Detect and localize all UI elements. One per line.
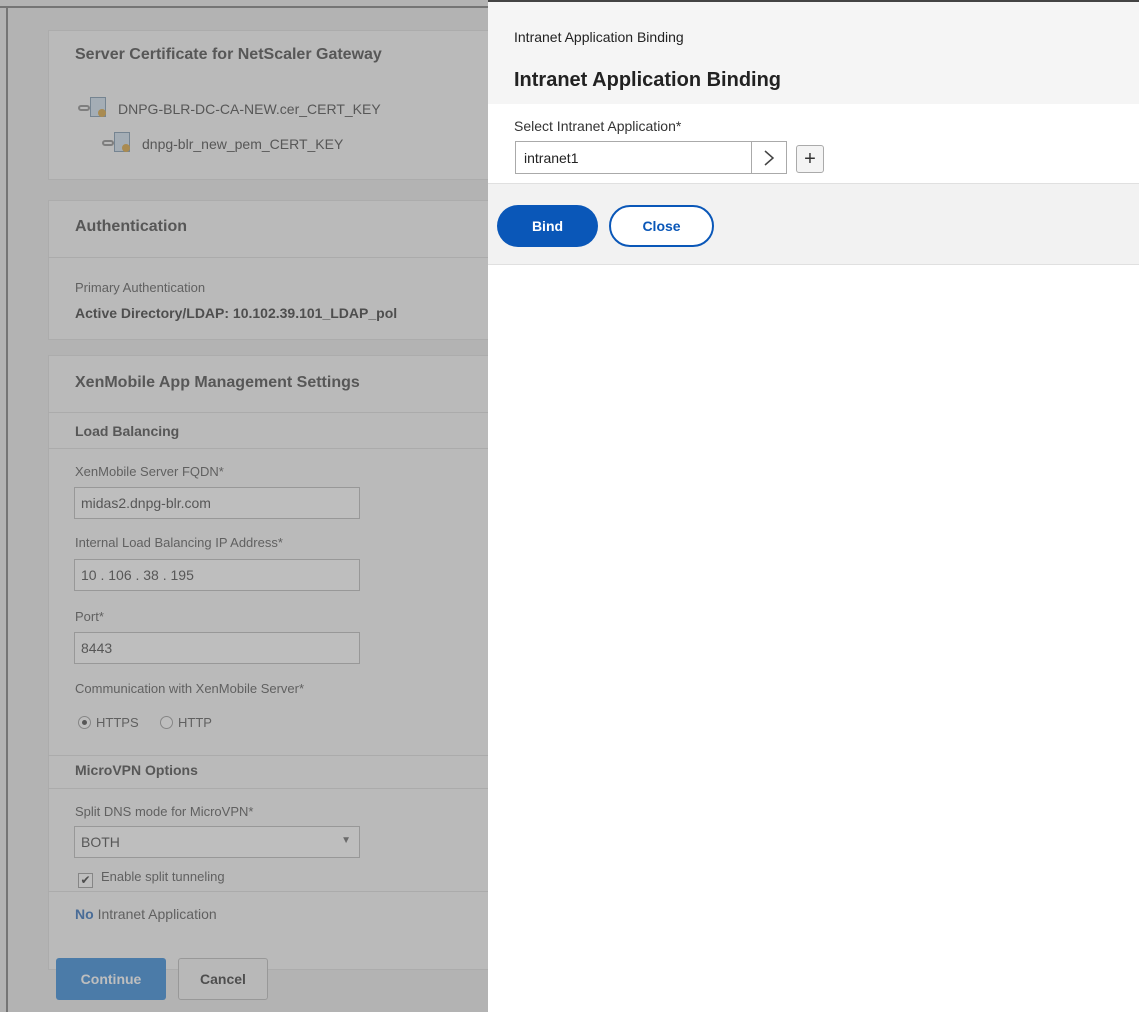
intranet-application-input[interactable]: intranet1 [515,141,752,174]
page-title: Intranet Application Binding [514,69,782,91]
intranet-binding-panel: Intranet Application Binding Intranet Ap… [488,0,1139,1012]
add-button[interactable]: + [796,145,824,173]
breadcrumb: Intranet Application Binding [514,29,684,45]
close-button[interactable]: Close [609,205,714,247]
plus-icon: + [804,147,816,170]
select-intranet-label: Select Intranet Application* [514,118,682,134]
panel-footer: Bind Close [488,183,1139,265]
select-arrow-button[interactable] [751,141,787,174]
chevron-right-icon [764,149,775,166]
bind-button[interactable]: Bind [497,205,598,247]
modal-overlay[interactable] [0,0,488,1012]
